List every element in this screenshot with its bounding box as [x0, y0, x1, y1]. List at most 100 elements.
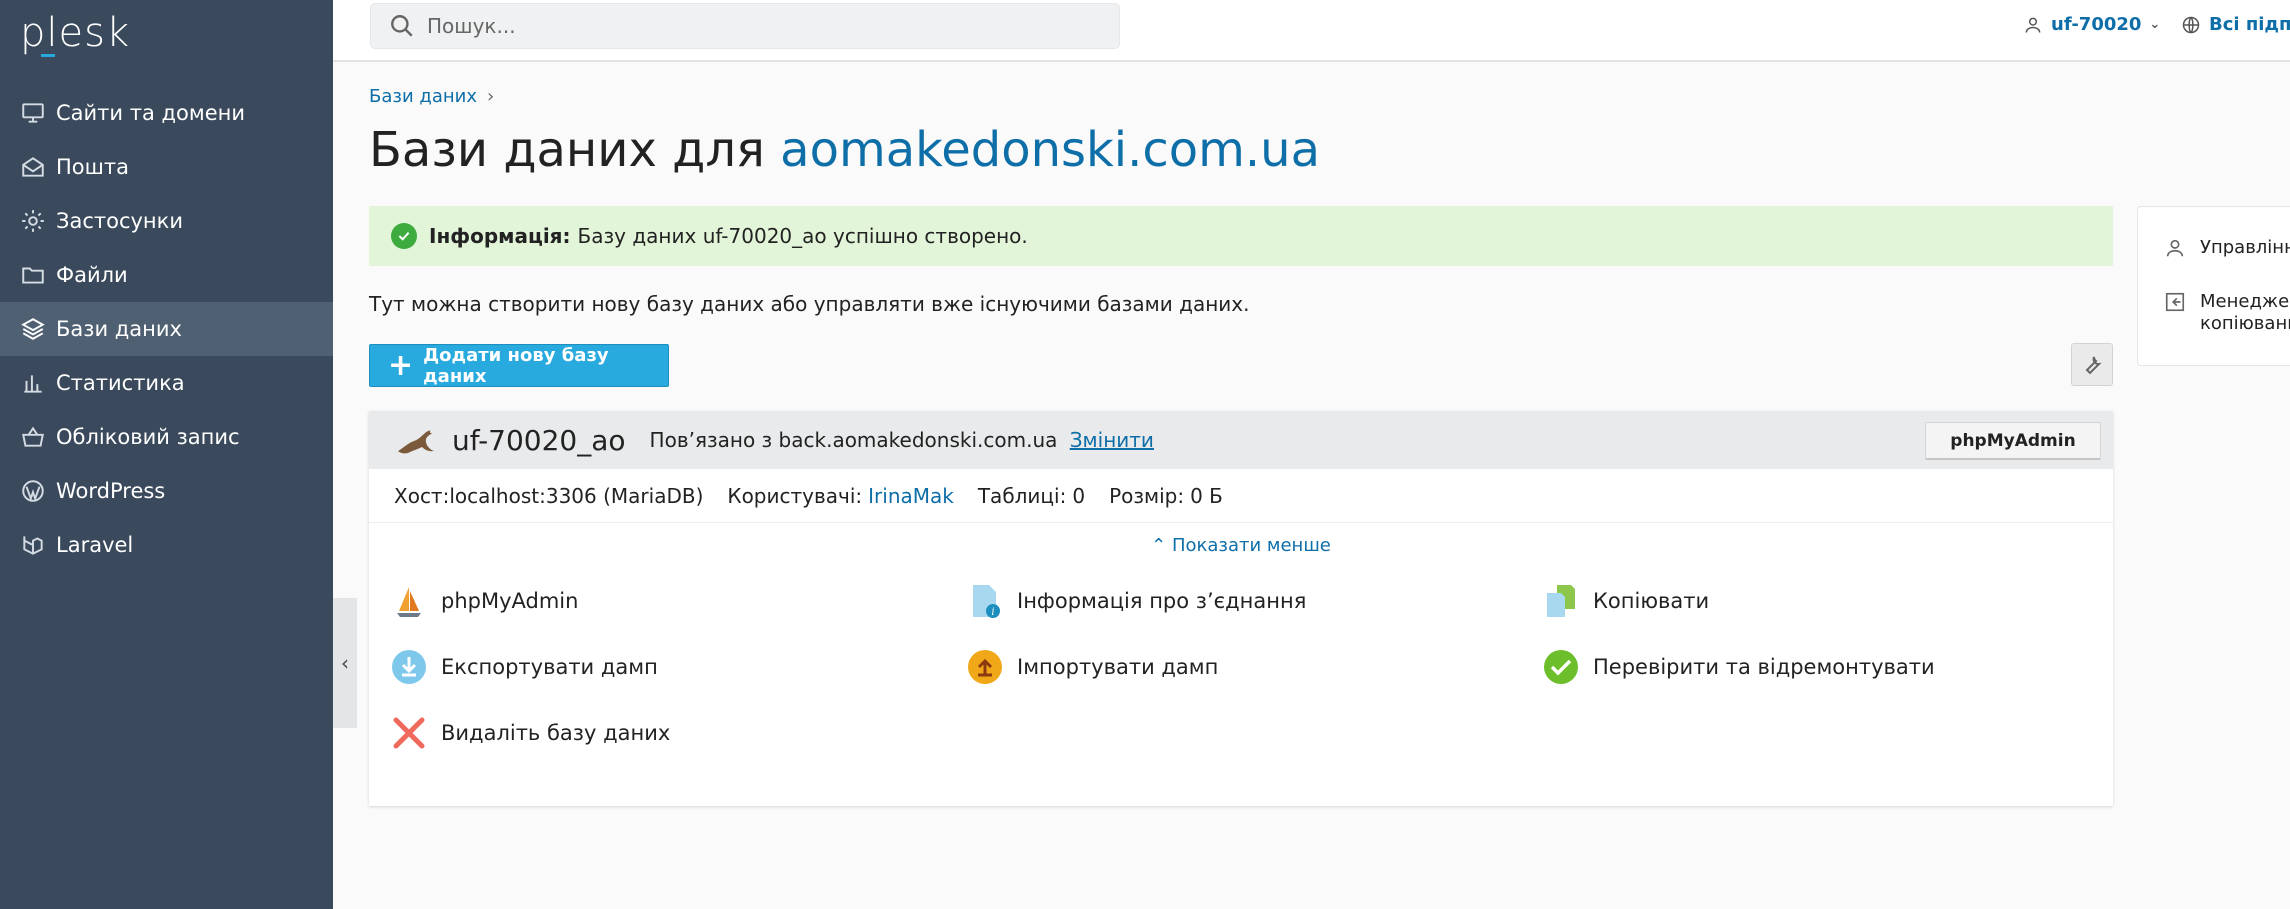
- right-side-panel: Управління Менеджер копіюванн: [2137, 206, 2290, 366]
- chevron-down-icon: ⌄: [2149, 17, 2161, 32]
- download-icon: [391, 649, 427, 685]
- wordpress-icon: [20, 478, 56, 504]
- action-label: Копіювати: [1593, 589, 1710, 613]
- sidebar-item-label: Застосунки: [56, 209, 183, 233]
- host-value: localhost:3306 (MariaDB): [449, 483, 704, 508]
- monitor-icon: [20, 100, 56, 126]
- right-panel-backup-line2: копіюванн: [2200, 313, 2290, 334]
- action-check-repair[interactable]: Перевірити та відремонтувати: [1543, 649, 1935, 685]
- sidebar-item-label: Laravel: [56, 533, 134, 557]
- action-label: Видаліть базу даних: [441, 721, 671, 745]
- mail-icon: [20, 154, 56, 180]
- action-phpmyadmin[interactable]: phpMyAdmin: [391, 583, 578, 619]
- database-linked-text: Пов’язано з back.aomakedonski.com.ua Змі…: [650, 428, 1154, 452]
- right-panel-backup-manager[interactable]: Менеджер копіюванн: [2164, 291, 2290, 335]
- connection-info-icon: i: [967, 583, 1003, 619]
- show-less-link[interactable]: ⌃ Показати менше: [369, 535, 2113, 556]
- check-circle-icon: [1543, 649, 1579, 685]
- users-label: Користувачі:: [727, 483, 863, 508]
- search-icon: [391, 15, 413, 37]
- host-label: Хост:: [394, 483, 450, 508]
- action-export-dump[interactable]: Експортувати дамп: [391, 649, 658, 685]
- user-menu[interactable]: uf-70020 ⌄: [2023, 14, 2160, 35]
- phpmyadmin-icon: [391, 583, 427, 619]
- action-label: Перевірити та відремонтувати: [1593, 655, 1935, 679]
- linked-site-text: Пов’язано з back.aomakedonski.com.ua: [649, 428, 1058, 452]
- right-panel-backup-label: Менеджер копіюванн: [2200, 291, 2290, 335]
- basket-icon: [20, 424, 56, 450]
- sidebar-item-databases[interactable]: Бази даних: [0, 302, 333, 356]
- plesk-logo[interactable]: plesk: [20, 10, 130, 57]
- top-bar: uf-70020 ⌄ Всі підпи: [333, 0, 2290, 62]
- add-database-button[interactable]: + Додати нову базу даних: [369, 344, 669, 387]
- size-value: 0 Б: [1190, 483, 1223, 508]
- subscriptions-label: Всі підпи: [2209, 14, 2290, 35]
- sidebar-item-label: Файли: [56, 263, 128, 287]
- sidebar-item-sites-domains[interactable]: Сайти та домени: [0, 86, 333, 140]
- sidebar-item-label: Обліковий запис: [56, 425, 240, 449]
- database-name: uf-70020_ao: [452, 423, 626, 457]
- sidebar-item-label: Сайти та домени: [56, 101, 246, 125]
- tables-value: 0: [1072, 483, 1086, 508]
- tables-label: Таблиці:: [977, 483, 1067, 508]
- show-less-label: Показати менше: [1171, 535, 1331, 556]
- sidebar-collapse-button[interactable]: ‹: [333, 598, 357, 728]
- sidebar-nav: Сайти та домени Пошта Застосунки Файли Б…: [0, 86, 333, 572]
- sidebar-item-files[interactable]: Файли: [0, 248, 333, 302]
- globe-icon: [2182, 16, 2200, 33]
- laravel-icon: [20, 532, 56, 558]
- sidebar-item-mail[interactable]: Пошта: [0, 140, 333, 194]
- chevron-right-icon: ›: [486, 86, 495, 107]
- right-panel-manage[interactable]: Управління: [2164, 237, 2290, 259]
- sidebar-item-account[interactable]: Обліковий запис: [0, 410, 333, 464]
- search-input[interactable]: [427, 14, 1077, 38]
- sidebar-item-label: Статистика: [56, 371, 185, 395]
- action-delete-database[interactable]: Видаліть базу даних: [391, 715, 670, 751]
- page-title-domain[interactable]: aomakedonski.com.ua: [780, 122, 1320, 178]
- sidebar-item-statistics[interactable]: Статистика: [0, 356, 333, 410]
- user-icon: [2025, 17, 2041, 33]
- database-card: uf-70020_ao Пов’язано з back.aomakedonsk…: [369, 411, 2113, 806]
- change-link[interactable]: Змінити: [1070, 428, 1154, 452]
- sidebar-item-label: Пошта: [56, 155, 129, 179]
- subscriptions-menu[interactable]: Всі підпи: [2181, 14, 2290, 35]
- sidebar: plesk Сайти та домени Пошта Застосунки Ф…: [0, 0, 333, 909]
- action-import-dump[interactable]: Імпортувати дамп: [967, 649, 1218, 685]
- svg-text:i: i: [991, 607, 994, 618]
- success-alert: Інформація: Базу даних uf-70020_ao успіш…: [369, 206, 2113, 266]
- tools-button[interactable]: [2071, 343, 2113, 386]
- action-label: phpMyAdmin: [441, 589, 579, 613]
- database-card-header: uf-70020_ao Пов’язано з back.aomakedonsk…: [369, 411, 2113, 469]
- sidebar-item-laravel[interactable]: Laravel: [0, 518, 333, 572]
- chevron-up-icon: ⌃: [1151, 535, 1167, 556]
- search-box: [370, 3, 1120, 49]
- action-copy[interactable]: Копіювати: [1543, 583, 1709, 619]
- page-title-prefix: Бази даних для: [369, 122, 765, 178]
- add-database-label: Додати нову базу даних: [423, 344, 609, 387]
- alert-text: Базу даних uf-70020_ao успішно створено.: [577, 224, 1028, 248]
- users-value[interactable]: IrinaMak: [868, 484, 954, 508]
- sidebar-item-applications[interactable]: Застосунки: [0, 194, 333, 248]
- sidebar-item-wordpress[interactable]: WordPress: [0, 464, 333, 518]
- wrench-icon: [2085, 356, 2102, 374]
- size-label: Розмір:: [1109, 483, 1185, 508]
- layers-icon: [20, 316, 56, 342]
- right-panel-manage-label: Управління: [2200, 237, 2290, 258]
- user-name: uf-70020: [2051, 14, 2142, 35]
- sidebar-item-label: WordPress: [56, 479, 166, 503]
- action-connection-info[interactable]: i Інформація про з’єднання: [967, 583, 1306, 619]
- alert-label: Інформація:: [429, 224, 571, 248]
- intro-text: Тут можна створити нову базу даних або у…: [369, 292, 1250, 316]
- breadcrumb-databases[interactable]: Бази даних: [369, 86, 477, 107]
- action-label: Експортувати дамп: [441, 655, 658, 679]
- sidebar-item-label: Бази даних: [56, 317, 182, 341]
- action-label: Імпортувати дамп: [1017, 655, 1219, 679]
- breadcrumb: Бази даних ›: [369, 86, 494, 107]
- database-info-row: Хост: localhost:3306 (MariaDB) Користува…: [369, 469, 2113, 523]
- folder-icon: [20, 262, 56, 288]
- plus-icon: +: [388, 347, 414, 383]
- phpmyadmin-button[interactable]: phpMyAdmin: [1925, 422, 2101, 460]
- backup-icon: [2165, 292, 2185, 312]
- chevron-left-icon: ‹: [341, 651, 349, 675]
- delete-x-icon: [391, 715, 427, 751]
